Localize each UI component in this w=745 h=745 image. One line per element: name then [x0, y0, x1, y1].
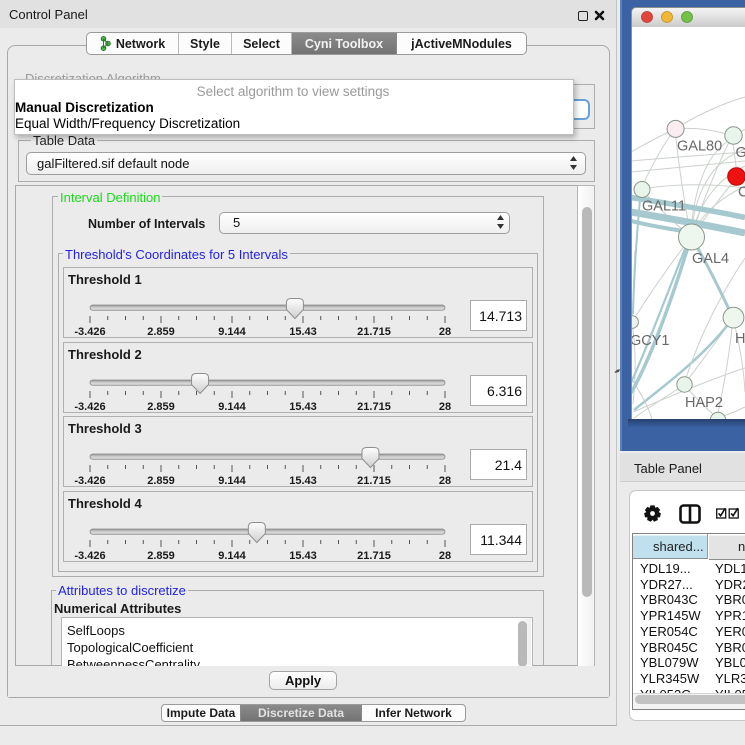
svg-text:-3.426: -3.426: [74, 326, 105, 337]
svg-text:CR: CR: [738, 185, 745, 201]
svg-text:15.43: 15.43: [289, 326, 317, 337]
svg-text:15.43: 15.43: [289, 550, 317, 561]
svg-text:2.859: 2.859: [147, 475, 175, 486]
svg-text:15.43: 15.43: [289, 401, 317, 412]
svg-text:2.859: 2.859: [147, 401, 175, 412]
svg-text:21.715: 21.715: [357, 475, 391, 486]
svg-text:GCY1: GCY1: [631, 333, 670, 349]
svg-text:HI: HI: [735, 331, 745, 347]
svg-text:-3.426: -3.426: [74, 550, 105, 561]
svg-text:21.715: 21.715: [357, 550, 391, 561]
svg-text:GAL4: GAL4: [692, 251, 729, 267]
svg-text:GAL80: GAL80: [677, 139, 722, 155]
svg-text:2.859: 2.859: [147, 326, 175, 337]
svg-text:GAL11: GAL11: [642, 199, 686, 215]
svg-text:28: 28: [439, 550, 451, 561]
svg-text:9.144: 9.144: [218, 475, 246, 486]
svg-text:21.715: 21.715: [357, 401, 391, 412]
svg-text:28: 28: [439, 475, 451, 486]
svg-text:HAP2: HAP2: [685, 395, 723, 411]
svg-text:-3.426: -3.426: [74, 401, 105, 412]
svg-text:9.144: 9.144: [218, 401, 246, 412]
svg-text:GAL8: GAL8: [736, 145, 745, 161]
svg-text:9.144: 9.144: [218, 326, 246, 337]
svg-text:15.43: 15.43: [289, 475, 317, 486]
svg-text:21.715: 21.715: [357, 326, 391, 337]
svg-text:28: 28: [439, 401, 451, 412]
svg-text:9.144: 9.144: [218, 550, 246, 561]
svg-text:-3.426: -3.426: [74, 475, 105, 486]
svg-text:2.859: 2.859: [147, 550, 175, 561]
svg-text:28: 28: [439, 326, 451, 337]
